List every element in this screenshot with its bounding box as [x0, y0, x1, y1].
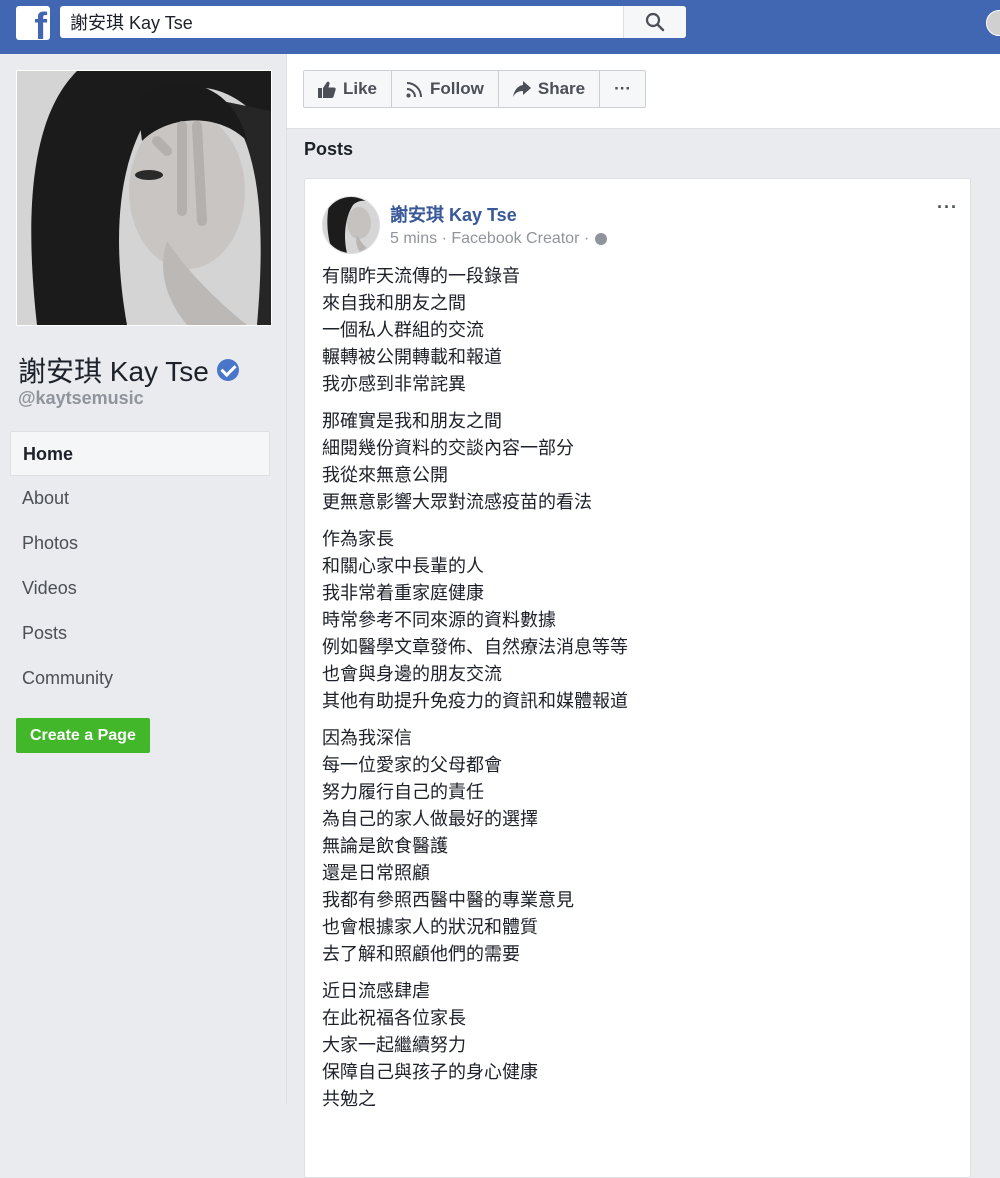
- post-text-line: 我非常着重家庭健康: [322, 583, 484, 603]
- share-button[interactable]: Share: [497, 70, 601, 108]
- search-icon: [645, 12, 665, 32]
- post-text-line: 近日流感肆虐: [322, 981, 430, 1001]
- post-text-line: 在此祝福各位家長: [322, 1008, 466, 1028]
- post-text-line: 我亦感到非常詫異: [322, 374, 466, 394]
- like-label: Like: [343, 79, 378, 98]
- post-author-name[interactable]: 謝安琪 Kay Tse: [390, 201, 517, 227]
- search-input[interactable]: [60, 6, 620, 38]
- post-text-line: 我都有參照西醫中醫的專業意見: [322, 890, 574, 910]
- user-avatar[interactable]: [986, 10, 1000, 36]
- page-nav: Home About Photos Videos Posts Community: [10, 431, 270, 701]
- post-text-line: 來自我和朋友之間: [322, 293, 466, 313]
- post-text-line: 也會根據家人的狀況和體質: [322, 917, 538, 937]
- post-text-line: 細閱幾份資料的交談內容一部分: [322, 438, 574, 458]
- nav-item-photos[interactable]: Photos: [10, 521, 270, 566]
- posts-heading: Posts: [304, 139, 354, 159]
- post-paragraph: 近日流感肆虐在此祝福各位家長 大家一起繼續努力保障自己與孩子的身心健康 共勉之: [322, 978, 942, 1113]
- post-text-line: 其他有助提升免疫力的資訊和媒體報道: [322, 691, 628, 711]
- follow-button[interactable]: Follow: [391, 70, 499, 108]
- facebook-logo-icon[interactable]: f: [16, 6, 50, 40]
- post-text-line: 輾轉被公開轉載和報道: [322, 347, 502, 367]
- meta-separator: ·: [579, 230, 590, 247]
- create-page-button[interactable]: Create a Page: [16, 718, 150, 753]
- post-text-line: 和關心家中長輩的人: [322, 556, 484, 576]
- thumbs-up-icon: [318, 81, 336, 98]
- page-name-text: 謝安琪 Kay Tse: [18, 356, 209, 387]
- post-text-line: 無論是飲食醫護: [322, 836, 448, 856]
- globe-icon[interactable]: [595, 233, 608, 245]
- post-options-button[interactable]: ···: [937, 197, 958, 218]
- profile-picture[interactable]: [16, 70, 272, 326]
- post-meta: 5 mins · Facebook Creator ·: [390, 230, 608, 248]
- meta-separator: ·: [437, 230, 452, 247]
- post-text-line: 還是日常照顧: [322, 863, 430, 883]
- post-text-line: 有關昨天流傳的一段錄音: [322, 266, 520, 286]
- page-name: 謝安琪 Kay Tse: [18, 350, 239, 390]
- post-text-line: 那確實是我和朋友之間: [322, 411, 502, 431]
- nav-item-community[interactable]: Community: [10, 656, 270, 701]
- post-text: 有關昨天流傳的一段錄音 來自我和朋友之間 一個私人群組的交流 輾轉被公開轉載和報道 我亦…: [322, 263, 942, 1123]
- post-paragraph: 作為家長和關心家中長輩的人 我非常着重家庭健康時常參考不同來源的資料數據例如醫學文…: [322, 526, 942, 715]
- page-handle[interactable]: @kaytsemusic: [18, 388, 144, 409]
- share-label: Share: [537, 79, 586, 98]
- post-avatar-image: [323, 197, 379, 253]
- post-text-line: 去了解和照顧他們的需要: [322, 944, 520, 964]
- top-bar: f: [0, 0, 1000, 55]
- rss-icon: [406, 81, 423, 97]
- post-text-line: 也會與身邊的朋友交流: [322, 664, 502, 684]
- verified-badge-icon: [216, 359, 239, 381]
- post-text-line: 我從來無意公開: [322, 465, 448, 485]
- left-sidebar: 謝安琪 Kay Tse @kaytsemusic Home About Phot…: [0, 54, 287, 1104]
- follow-label: Follow: [430, 79, 484, 98]
- main-content: Like Follow Share ··· Posts 謝安琪 Kay Tse …: [287, 54, 1000, 1178]
- profile-photo-image: [17, 71, 271, 325]
- post-paragraph: 因為我深信每一位愛家的父母都會 努力履行自己的責任為自己的家人做最好的選擇 無論是飲…: [322, 725, 942, 968]
- post-paragraph: 有關昨天流傳的一段錄音 來自我和朋友之間 一個私人群組的交流 輾轉被公開轉載和報道 我亦…: [322, 263, 942, 398]
- post-paragraph: 那確實是我和朋友之間細閱幾份資料的交談內容一部分 我從來無意公開更無意影響大眾對流…: [322, 408, 942, 516]
- post-card: 謝安琪 Kay Tse 5 mins · Facebook Creator · …: [304, 178, 971, 1178]
- search-button[interactable]: [623, 6, 686, 38]
- post-author-role: Facebook Creator: [451, 230, 580, 247]
- share-arrow-icon: [512, 81, 531, 97]
- action-bar: Like Follow Share ···: [287, 54, 1000, 129]
- post-text-line: 例如醫學文章發佈、自然療法消息等等: [322, 637, 628, 657]
- nav-item-videos[interactable]: Videos: [10, 566, 270, 611]
- post-text-line: 為自己的家人做最好的選擇: [322, 809, 538, 829]
- post-text-line: 大家一起繼續努力: [322, 1035, 466, 1055]
- post-text-line: 共勉之: [322, 1089, 376, 1109]
- search-box: [60, 6, 686, 38]
- action-button-group: Like Follow Share ···: [303, 70, 647, 108]
- post-text-line: 努力履行自己的責任: [322, 782, 484, 802]
- post-text-line: 時常參考不同來源的資料數據: [322, 610, 556, 630]
- post-text-line: 更無意影響大眾對流感疫苗的看法: [322, 492, 592, 512]
- post-time[interactable]: 5 mins: [390, 230, 437, 248]
- nav-item-about[interactable]: About: [10, 476, 270, 521]
- post-text-line: 因為我深信: [322, 728, 412, 748]
- more-options-icon: ···: [614, 79, 632, 98]
- post-text-line: 保障自己與孩子的身心健康: [322, 1062, 538, 1082]
- post-text-line: 作為家長: [322, 529, 394, 549]
- post-author-avatar[interactable]: [322, 196, 380, 254]
- nav-item-home[interactable]: Home: [10, 431, 270, 476]
- nav-item-posts[interactable]: Posts: [10, 611, 270, 656]
- like-button[interactable]: Like: [303, 70, 393, 108]
- post-text-line: 一個私人群組的交流: [322, 320, 484, 340]
- post-text-line: 每一位愛家的父母都會: [322, 755, 502, 775]
- more-options-button[interactable]: ···: [599, 70, 647, 108]
